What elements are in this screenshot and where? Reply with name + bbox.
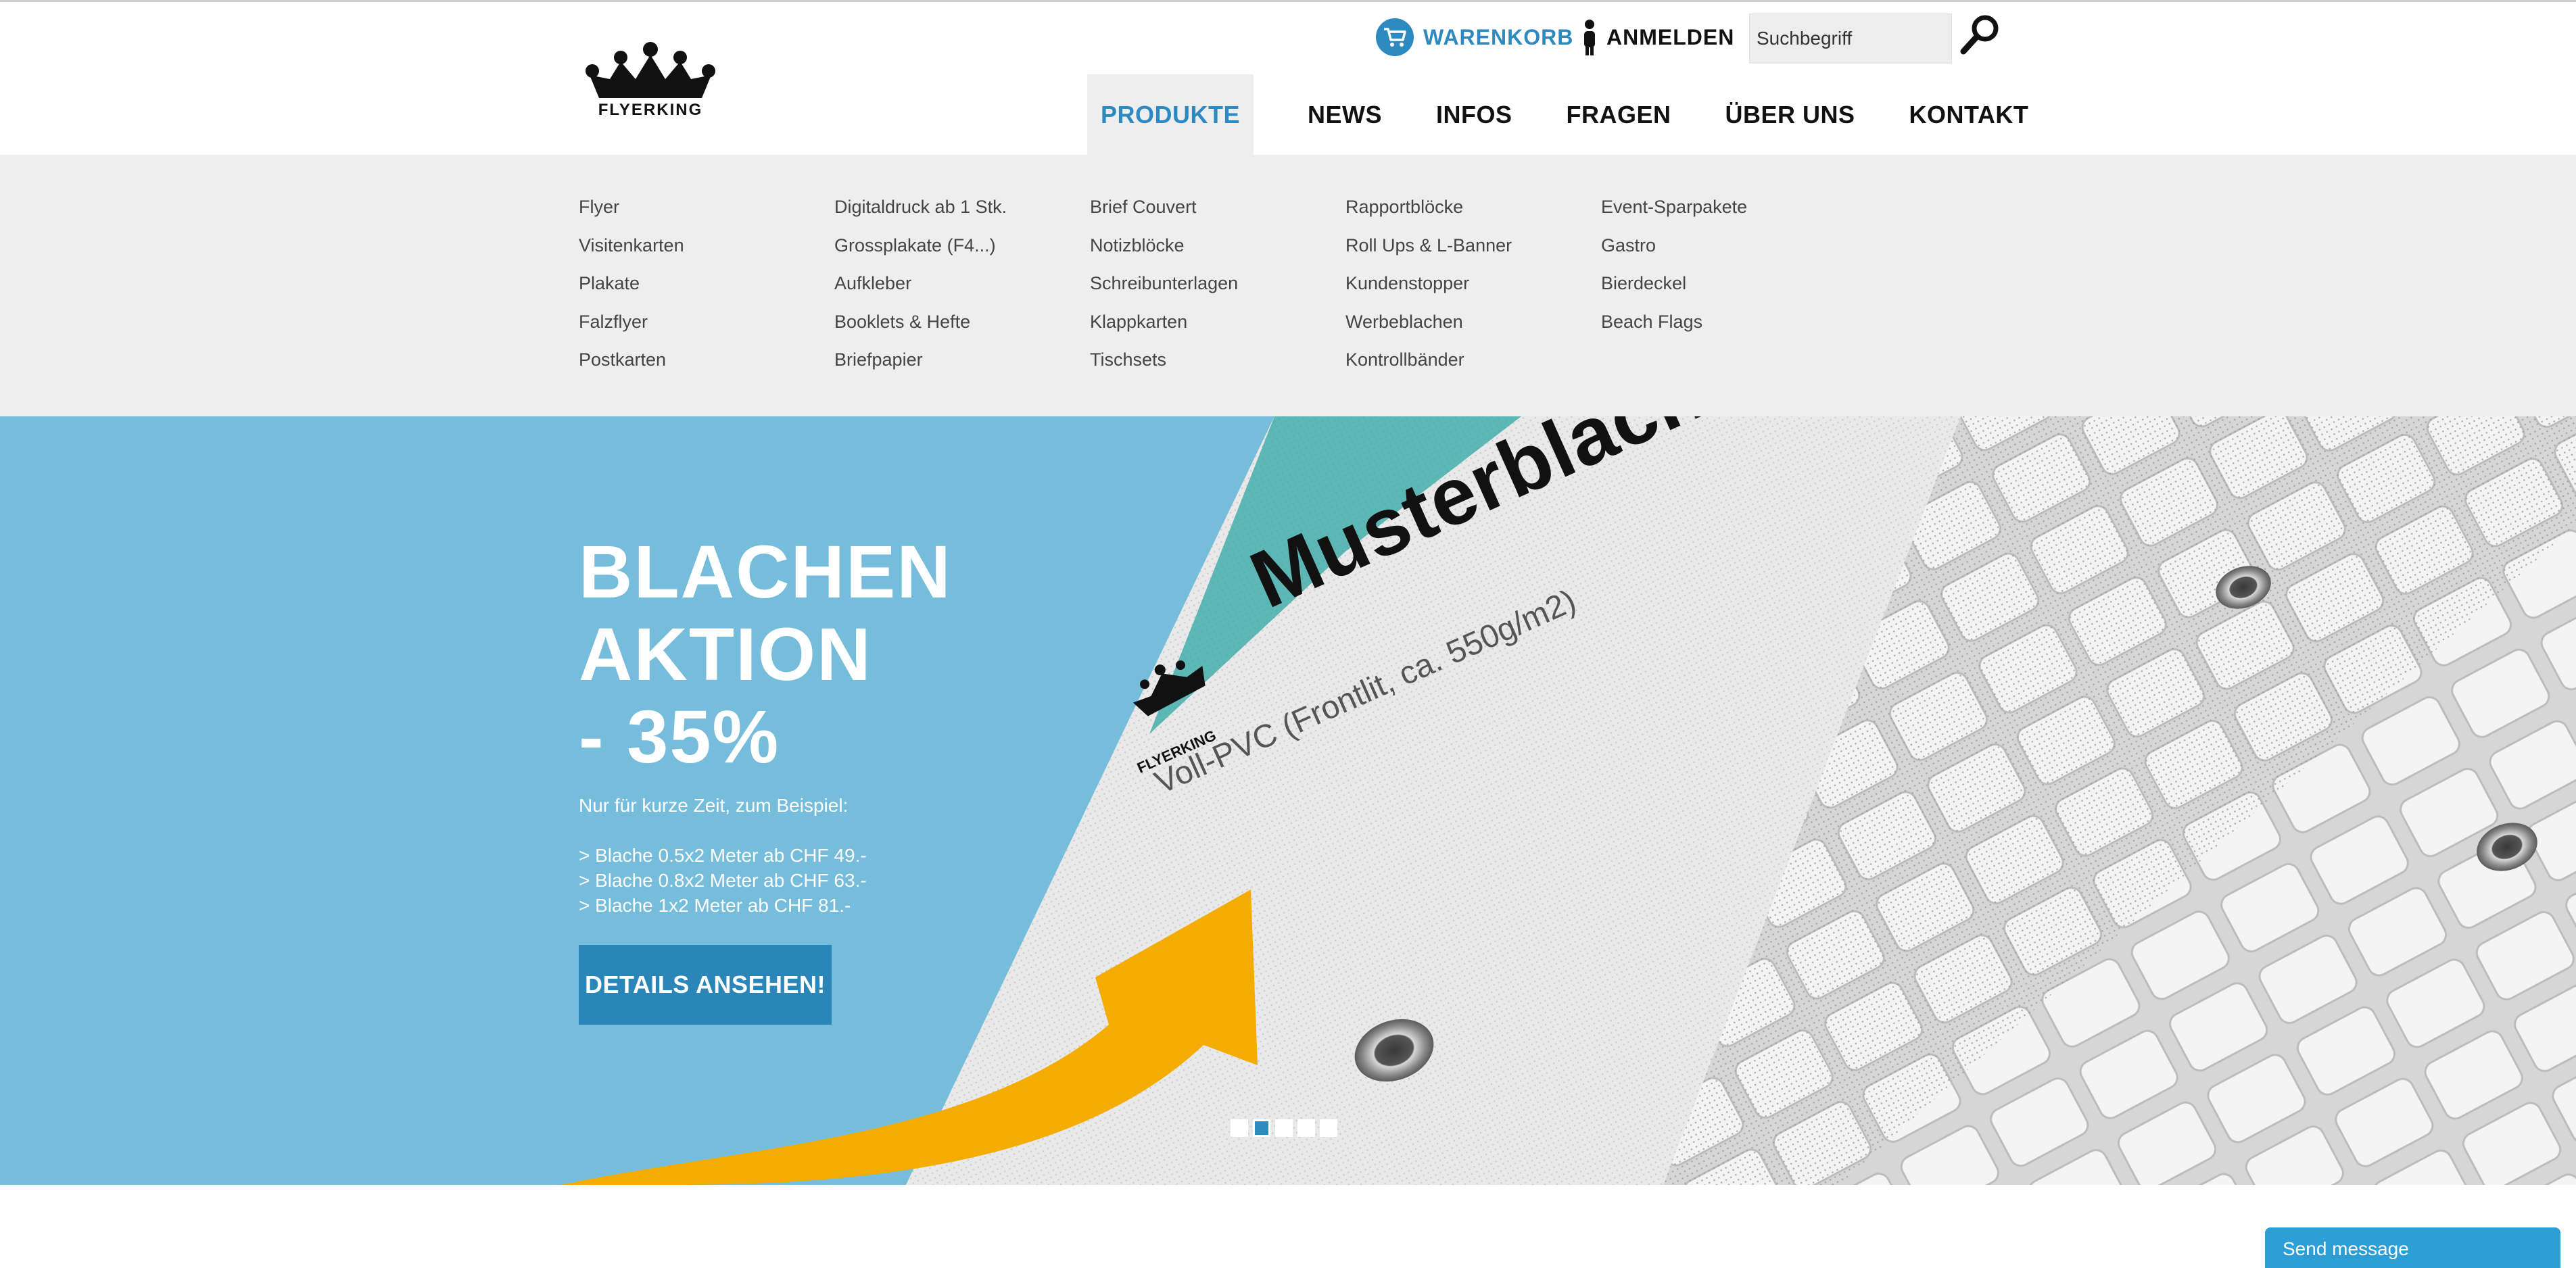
cart-label: WARENKORB — [1423, 24, 1574, 49]
menu-link[interactable]: Klappkarten — [1090, 312, 1238, 350]
menu-column-4: Rapportblöcke Roll Ups & L-Banner Kunden… — [1345, 197, 1512, 388]
menu-link[interactable]: Briefpapier — [834, 349, 1007, 388]
site-header: FLYERKING WARENKORB ANMELDEN PRODUKTE NE — [0, 2, 2576, 155]
nav-kontakt[interactable]: KONTAKT — [1896, 74, 2043, 155]
menu-link[interactable]: Digitaldruck ab 1 Stk. — [834, 197, 1007, 235]
menu-link[interactable]: Roll Ups & L-Banner — [1345, 235, 1512, 274]
slider-dot-5[interactable] — [1320, 1119, 1337, 1137]
slider-dot-4[interactable] — [1297, 1119, 1315, 1137]
search-icon — [1960, 15, 1999, 55]
menu-column-5: Event-Sparpakete Gastro Bierdeckel Beach… — [1601, 197, 1747, 349]
menu-link[interactable]: Beach Flags — [1601, 312, 1747, 350]
nav-news[interactable]: NEWS — [1294, 74, 1396, 155]
slider-dot-1[interactable] — [1231, 1119, 1248, 1137]
menu-column-1: Flyer Visitenkarten Plakate Falzflyer Po… — [579, 197, 684, 388]
menu-column-3: Brief Couvert Notizblöcke Schreibunterla… — [1090, 197, 1238, 388]
crown-icon — [586, 42, 715, 98]
hero-title-line: AKTION — [579, 613, 872, 696]
hero-title-line: BLACHEN — [579, 531, 952, 614]
menu-link[interactable]: Schreibunterlagen — [1090, 273, 1238, 312]
login-label: ANMELDEN — [1606, 24, 1735, 49]
cart-link[interactable]: WARENKORB — [1376, 11, 1573, 63]
menu-link[interactable]: Notizblöcke — [1090, 235, 1238, 274]
menu-link[interactable]: Rapportblöcke — [1345, 197, 1512, 235]
search-button[interactable] — [1957, 11, 2003, 57]
hero-slider: Musterblache Voll-PVC (Frontlit, ca. 550… — [0, 416, 2576, 1185]
menu-column-2: Digitaldruck ab 1 Stk. Grossplakate (F4.… — [834, 197, 1007, 388]
hero-example: > Blache 0.8x2 Meter ab CHF 63.- — [579, 870, 867, 891]
main-nav: PRODUKTE NEWS INFOS FRAGEN ÜBER UNS KONT… — [1087, 74, 2042, 155]
slider-dots — [1231, 1119, 1342, 1137]
cart-icon — [1376, 18, 1414, 56]
menu-link[interactable]: Kundenstopper — [1345, 273, 1512, 312]
nav-infos[interactable]: INFOS — [1423, 74, 1526, 155]
menu-link[interactable]: Event-Sparpakete — [1601, 197, 1747, 235]
login-link[interactable]: ANMELDEN — [1582, 11, 1734, 63]
menu-link[interactable]: Falzflyer — [579, 312, 684, 350]
menu-link[interactable]: Plakate — [579, 273, 684, 312]
hero-example: > Blache 1x2 Meter ab CHF 81.- — [579, 895, 851, 916]
hero-subtitle: Nur für kurze Zeit, zum Beispiel: — [579, 795, 849, 816]
slider-dot-3[interactable] — [1275, 1119, 1293, 1137]
details-button[interactable]: DETAILS ANSEHEN! — [579, 945, 832, 1025]
nav-produkte[interactable]: PRODUKTE — [1087, 74, 1254, 155]
nav-fragen[interactable]: FRAGEN — [1553, 74, 1685, 155]
chat-widget[interactable]: Send message — [2265, 1227, 2560, 1268]
hero-title: BLACHEN AKTION - 35% — [579, 531, 952, 779]
menu-link[interactable]: Booklets & Hefte — [834, 312, 1007, 350]
menu-link[interactable]: Flyer — [579, 197, 684, 235]
menu-link[interactable]: Grossplakate (F4...) — [834, 235, 1007, 274]
user-icon — [1584, 20, 1595, 55]
menu-link[interactable]: Gastro — [1601, 235, 1747, 274]
menu-link[interactable]: Bierdeckel — [1601, 273, 1747, 312]
flyerking-logo[interactable]: FLYERKING — [583, 41, 718, 121]
menu-link[interactable]: Postkarten — [579, 349, 684, 388]
products-mega-menu: Flyer Visitenkarten Plakate Falzflyer Po… — [0, 155, 2576, 416]
hero-title-line: - 35% — [579, 696, 780, 779]
search-input[interactable] — [1749, 14, 1952, 64]
menu-link[interactable]: Brief Couvert — [1090, 197, 1238, 235]
menu-link[interactable]: Aufkleber — [834, 273, 1007, 312]
hero-example: > Blache 0.5x2 Meter ab CHF 49.- — [579, 845, 867, 866]
slider-dot-2[interactable] — [1253, 1119, 1270, 1137]
nav-ueber-uns[interactable]: ÜBER UNS — [1712, 74, 1869, 155]
menu-link[interactable]: Kontrollbänder — [1345, 349, 1512, 388]
logo-text: FLYERKING — [598, 101, 703, 119]
menu-link[interactable]: Visitenkarten — [579, 235, 684, 274]
menu-link[interactable]: Tischsets — [1090, 349, 1238, 388]
menu-link[interactable]: Werbeblachen — [1345, 312, 1512, 350]
